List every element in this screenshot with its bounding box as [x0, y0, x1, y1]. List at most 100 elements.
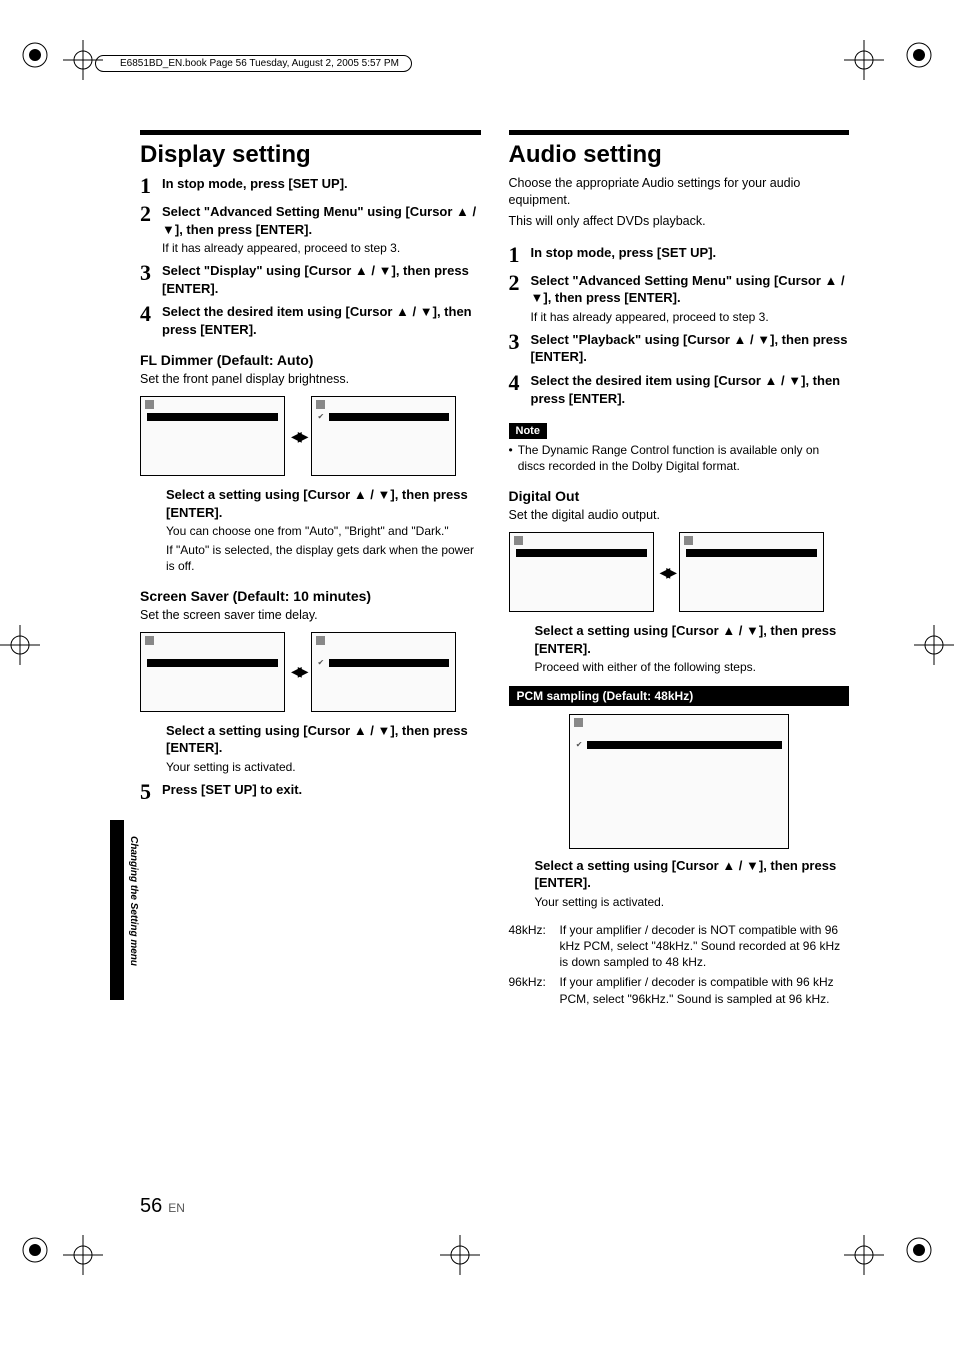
definition-key: 96kHz: — [509, 974, 554, 1006]
arrow-left-right-icon: ◀▶ — [660, 564, 674, 581]
screenshot-single: ✔ — [509, 714, 850, 849]
step-number: 3 — [140, 262, 154, 297]
step-4: 4 Select the desired item using [Cursor … — [509, 372, 850, 407]
step-text: Press [SET UP] to exit. — [162, 781, 481, 799]
registration-mark-icon — [20, 1235, 50, 1265]
print-header-text: E6851BD_EN.book Page 56 Tuesday, August … — [120, 58, 399, 69]
step-number: 2 — [509, 272, 523, 325]
step-text: Select "Advanced Setting Menu" using [Cu… — [162, 203, 481, 238]
step-text: In stop mode, press [SET UP]. — [162, 175, 481, 193]
check-icon: ✔ — [318, 659, 326, 667]
check-icon: ✔ — [576, 741, 584, 749]
chapter-tab-text: Changing the Setting menu — [128, 836, 139, 966]
step-text: Select "Playback" using [Cursor ▲ / ▼], … — [531, 331, 850, 366]
instruction-block: Select a setting using [Cursor ▲ / ▼], t… — [535, 622, 850, 675]
instruction-sub: Your setting is activated. — [166, 759, 481, 775]
instruction-sub: You can choose one from "Auto", "Bright"… — [166, 523, 481, 539]
step-4: 4 Select the desired item using [Cursor … — [140, 303, 481, 338]
subhead-digital-out: Digital Out — [509, 488, 850, 504]
display-icon — [316, 636, 325, 645]
playback-icon — [514, 536, 523, 545]
screenshot-pair: ◀▶ ✔ — [140, 396, 481, 476]
page-footer: 56 EN — [140, 1195, 185, 1218]
ui-screenshot — [140, 396, 285, 476]
step-1: 1 In stop mode, press [SET UP]. — [509, 244, 850, 266]
instruction-text: Select a setting using [Cursor ▲ / ▼], t… — [535, 622, 850, 657]
check-icon: ✔ — [318, 413, 326, 421]
instruction-block: Select a setting using [Cursor ▲ / ▼], t… — [166, 722, 481, 775]
step-3: 3 Select "Playback" using [Cursor ▲ / ▼]… — [509, 331, 850, 366]
step-text: Select "Advanced Setting Menu" using [Cu… — [531, 272, 850, 307]
page-content: Display setting 1 In stop mode, press [S… — [0, 0, 954, 1067]
arrow-left-right-icon: ◀▶ — [291, 428, 305, 445]
registration-mark-icon — [904, 1235, 934, 1265]
display-icon — [145, 636, 154, 645]
instruction-text: Select a setting using [Cursor ▲ / ▼], t… — [535, 857, 850, 892]
intro-text: Choose the appropriate Audio settings fo… — [509, 175, 850, 209]
instruction-text: Select a setting using [Cursor ▲ / ▼], t… — [166, 722, 481, 757]
screenshot-pair: ◀▶ — [509, 532, 850, 612]
ui-screenshot — [679, 532, 824, 612]
instruction-sub: Proceed with either of the following ste… — [535, 659, 850, 675]
step-1: 1 In stop mode, press [SET UP]. — [140, 175, 481, 197]
page-language: EN — [168, 1201, 185, 1215]
step-2: 2 Select "Advanced Setting Menu" using [… — [509, 272, 850, 325]
definition-row: 48kHz: If your amplifier / decoder is NO… — [509, 922, 850, 971]
ui-screenshot: ✔ — [569, 714, 789, 849]
step-2: 2 Select "Advanced Setting Menu" using [… — [140, 203, 481, 256]
step-5: 5 Press [SET UP] to exit. — [140, 781, 481, 803]
crop-mark-icon — [844, 1235, 884, 1275]
ui-screenshot: ✔ — [311, 632, 456, 712]
column-left: Display setting 1 In stop mode, press [S… — [140, 130, 481, 1007]
definition-key: 48kHz: — [509, 922, 554, 971]
subhead-fl-dimmer: FL Dimmer (Default: Auto) — [140, 352, 481, 368]
playback-icon — [684, 536, 693, 545]
step-text: In stop mode, press [SET UP]. — [531, 244, 850, 262]
arrow-left-right-icon: ◀▶ — [291, 663, 305, 680]
desc-text: Set the screen saver time delay. — [140, 607, 481, 624]
instruction-block: Select a setting using [Cursor ▲ / ▼], t… — [166, 486, 481, 574]
crop-mark-icon — [440, 1235, 480, 1275]
step-number: 2 — [140, 203, 154, 256]
rule — [509, 130, 850, 135]
instruction-text: Select a setting using [Cursor ▲ / ▼], t… — [166, 486, 481, 521]
screenshot-pair: ◀▶ ✔ — [140, 632, 481, 712]
step-text: Select the desired item using [Cursor ▲ … — [162, 303, 481, 338]
display-icon — [316, 400, 325, 409]
step-number: 1 — [140, 175, 154, 197]
step-subtext: If it has already appeared, proceed to s… — [531, 309, 850, 325]
subsection-bar-pcm: PCM sampling (Default: 48kHz) — [509, 686, 850, 706]
step-3: 3 Select "Display" using [Cursor ▲ / ▼],… — [140, 262, 481, 297]
ui-screenshot — [140, 632, 285, 712]
ui-screenshot: ✔ — [311, 396, 456, 476]
step-text: Select the desired item using [Cursor ▲ … — [531, 372, 850, 407]
definition-value: If your amplifier / decoder is compatibl… — [560, 974, 850, 1006]
chapter-tab — [110, 820, 124, 1000]
note-label: Note — [509, 423, 547, 439]
step-subtext: If it has already appeared, proceed to s… — [162, 240, 481, 256]
step-number: 5 — [140, 781, 154, 803]
step-text: Select "Display" using [Cursor ▲ / ▼], t… — [162, 262, 481, 297]
definition-value: If your amplifier / decoder is NOT compa… — [560, 922, 850, 971]
display-icon — [145, 400, 154, 409]
step-number: 3 — [509, 331, 523, 366]
section-title-audio: Audio setting — [509, 141, 850, 169]
definition-row: 96kHz: If your amplifier / decoder is co… — [509, 974, 850, 1006]
step-number: 4 — [509, 372, 523, 407]
instruction-sub: Your setting is activated. — [535, 894, 850, 910]
desc-text: Set the digital audio output. — [509, 507, 850, 524]
section-title-display: Display setting — [140, 141, 481, 169]
ui-screenshot — [509, 532, 654, 612]
note-text: The Dynamic Range Control function is av… — [518, 442, 849, 474]
playback-icon — [574, 718, 583, 727]
step-number: 4 — [140, 303, 154, 338]
desc-text: Set the front panel display brightness. — [140, 371, 481, 388]
step-number: 1 — [509, 244, 523, 266]
print-header: E6851BD_EN.book Page 56 Tuesday, August … — [95, 55, 412, 72]
instruction-sub: If "Auto" is selected, the display gets … — [166, 542, 481, 574]
rule — [140, 130, 481, 135]
column-right: Audio setting Choose the appropriate Aud… — [509, 130, 850, 1007]
crop-mark-icon — [63, 1235, 103, 1275]
note-bullet: • The Dynamic Range Control function is … — [509, 442, 850, 474]
bullet-icon: • — [509, 442, 513, 474]
